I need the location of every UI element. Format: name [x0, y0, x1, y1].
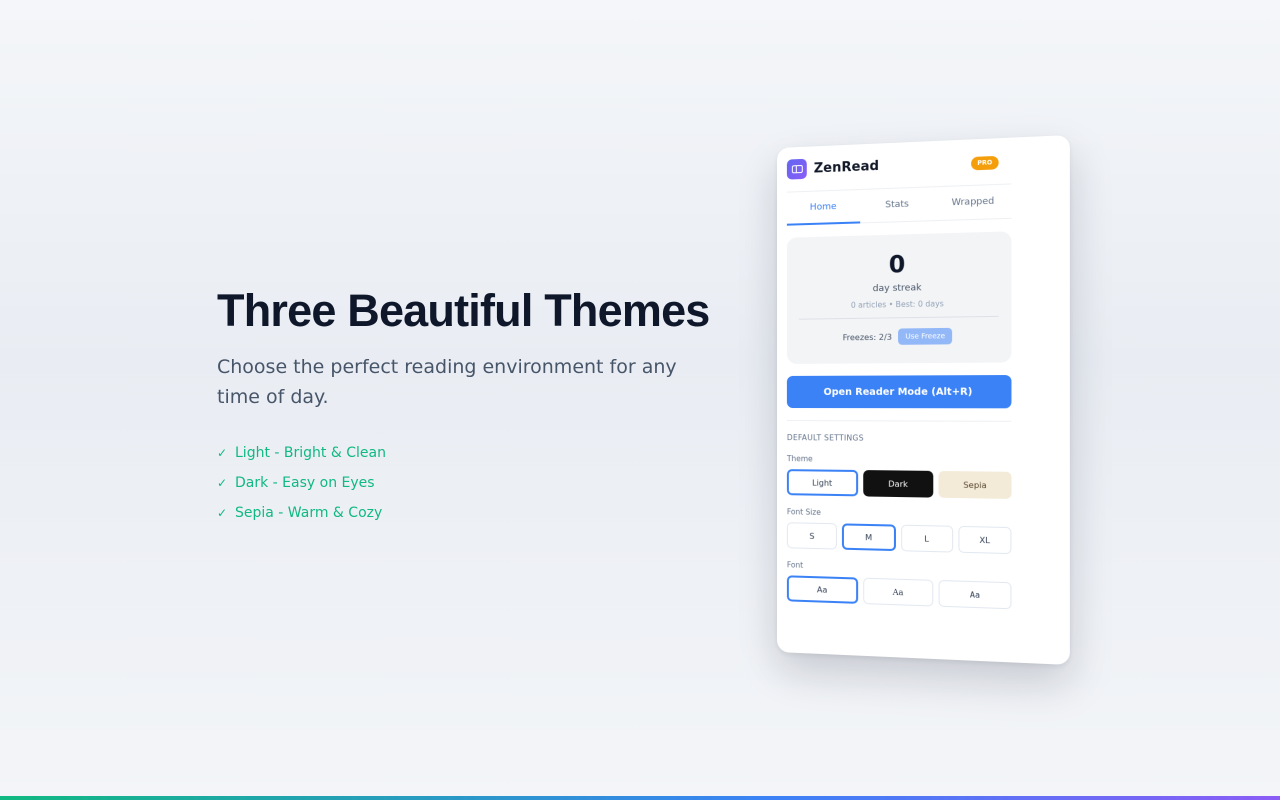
theme-option-sepia[interactable]: Sepia — [938, 470, 1012, 499]
font-size-option-xl[interactable]: XL — [958, 525, 1012, 555]
check-icon: ✓ — [217, 476, 228, 490]
tab-wrapped[interactable]: Wrapped — [935, 184, 1012, 220]
streak-label: day streak — [872, 283, 922, 295]
hero-subtitle: Choose the perfect reading environment f… — [217, 356, 677, 408]
feature-list: ✓ Light - Bright & Clean ✓ Dark - Easy o… — [217, 438, 717, 528]
streak-summary: 0 articles • Best: 0 days — [850, 299, 944, 310]
feature-item-sepia: ✓ Sepia - Warm & Cozy — [217, 498, 717, 528]
streak-card: 0 day streak 0 articles • Best: 0 days F… — [786, 231, 1012, 364]
font-options: Aa Aa Aa — [786, 575, 1012, 610]
check-icon: ✓ — [217, 506, 228, 520]
font-size-option-m[interactable]: M — [842, 523, 896, 552]
theme-label: Theme — [786, 454, 813, 464]
theme-options: Light Dark Sepia — [786, 469, 1012, 499]
use-freeze-button[interactable]: Use Freeze — [898, 327, 953, 345]
divider — [798, 315, 999, 320]
freeze-row: Freezes: 2/3 Use Freeze — [787, 327, 1012, 346]
feature-item-light: ✓ Light - Bright & Clean — [217, 438, 717, 468]
settings-section-title: DEFAULT SETTINGS — [786, 433, 864, 443]
freeze-count: Freezes: 2/3 — [842, 332, 893, 342]
divider — [786, 420, 1012, 422]
streak-count: 0 — [888, 251, 906, 279]
popup-header: ZenRead PRO — [786, 137, 1012, 193]
check-icon: ✓ — [217, 446, 228, 460]
open-reader-mode-button[interactable]: Open Reader Mode (Alt+R) — [786, 375, 1012, 409]
extension-popup-preview: ZenRead PRO Home Stats Wrapped 0 day str… — [777, 135, 1070, 665]
font-size-label: Font Size — [786, 507, 821, 517]
tab-bar: Home Stats Wrapped — [786, 184, 1012, 226]
feature-label: Dark - Easy on Eyes — [235, 475, 375, 491]
gradient-bottom-bar — [0, 796, 1280, 800]
font-size-options: S M L XL — [786, 522, 1012, 555]
font-size-option-l[interactable]: L — [900, 524, 953, 553]
font-label: Font — [786, 560, 804, 570]
font-option-mono[interactable]: Aa — [938, 579, 1012, 610]
hero-title: Three Beautiful Themes — [217, 285, 710, 336]
tab-stats[interactable]: Stats — [860, 187, 935, 222]
font-size-option-s[interactable]: S — [786, 522, 838, 550]
brand-name: ZenRead — [813, 158, 879, 177]
feature-item-dark: ✓ Dark - Easy on Eyes — [217, 468, 717, 498]
font-option-sans[interactable]: Aa — [786, 575, 858, 604]
feature-label: Sepia - Warm & Cozy — [235, 505, 383, 521]
font-option-serif[interactable]: Aa — [862, 577, 934, 607]
app-logo-icon — [786, 158, 807, 180]
theme-option-dark[interactable]: Dark — [862, 470, 934, 498]
tab-home[interactable]: Home — [787, 190, 860, 225]
book-icon — [791, 164, 803, 174]
feature-label: Light - Bright & Clean — [235, 445, 386, 461]
pro-badge: PRO — [970, 155, 999, 171]
theme-option-light[interactable]: Light — [786, 469, 858, 497]
hero-section: Three Beautiful Themes Choose the perfec… — [217, 284, 717, 528]
